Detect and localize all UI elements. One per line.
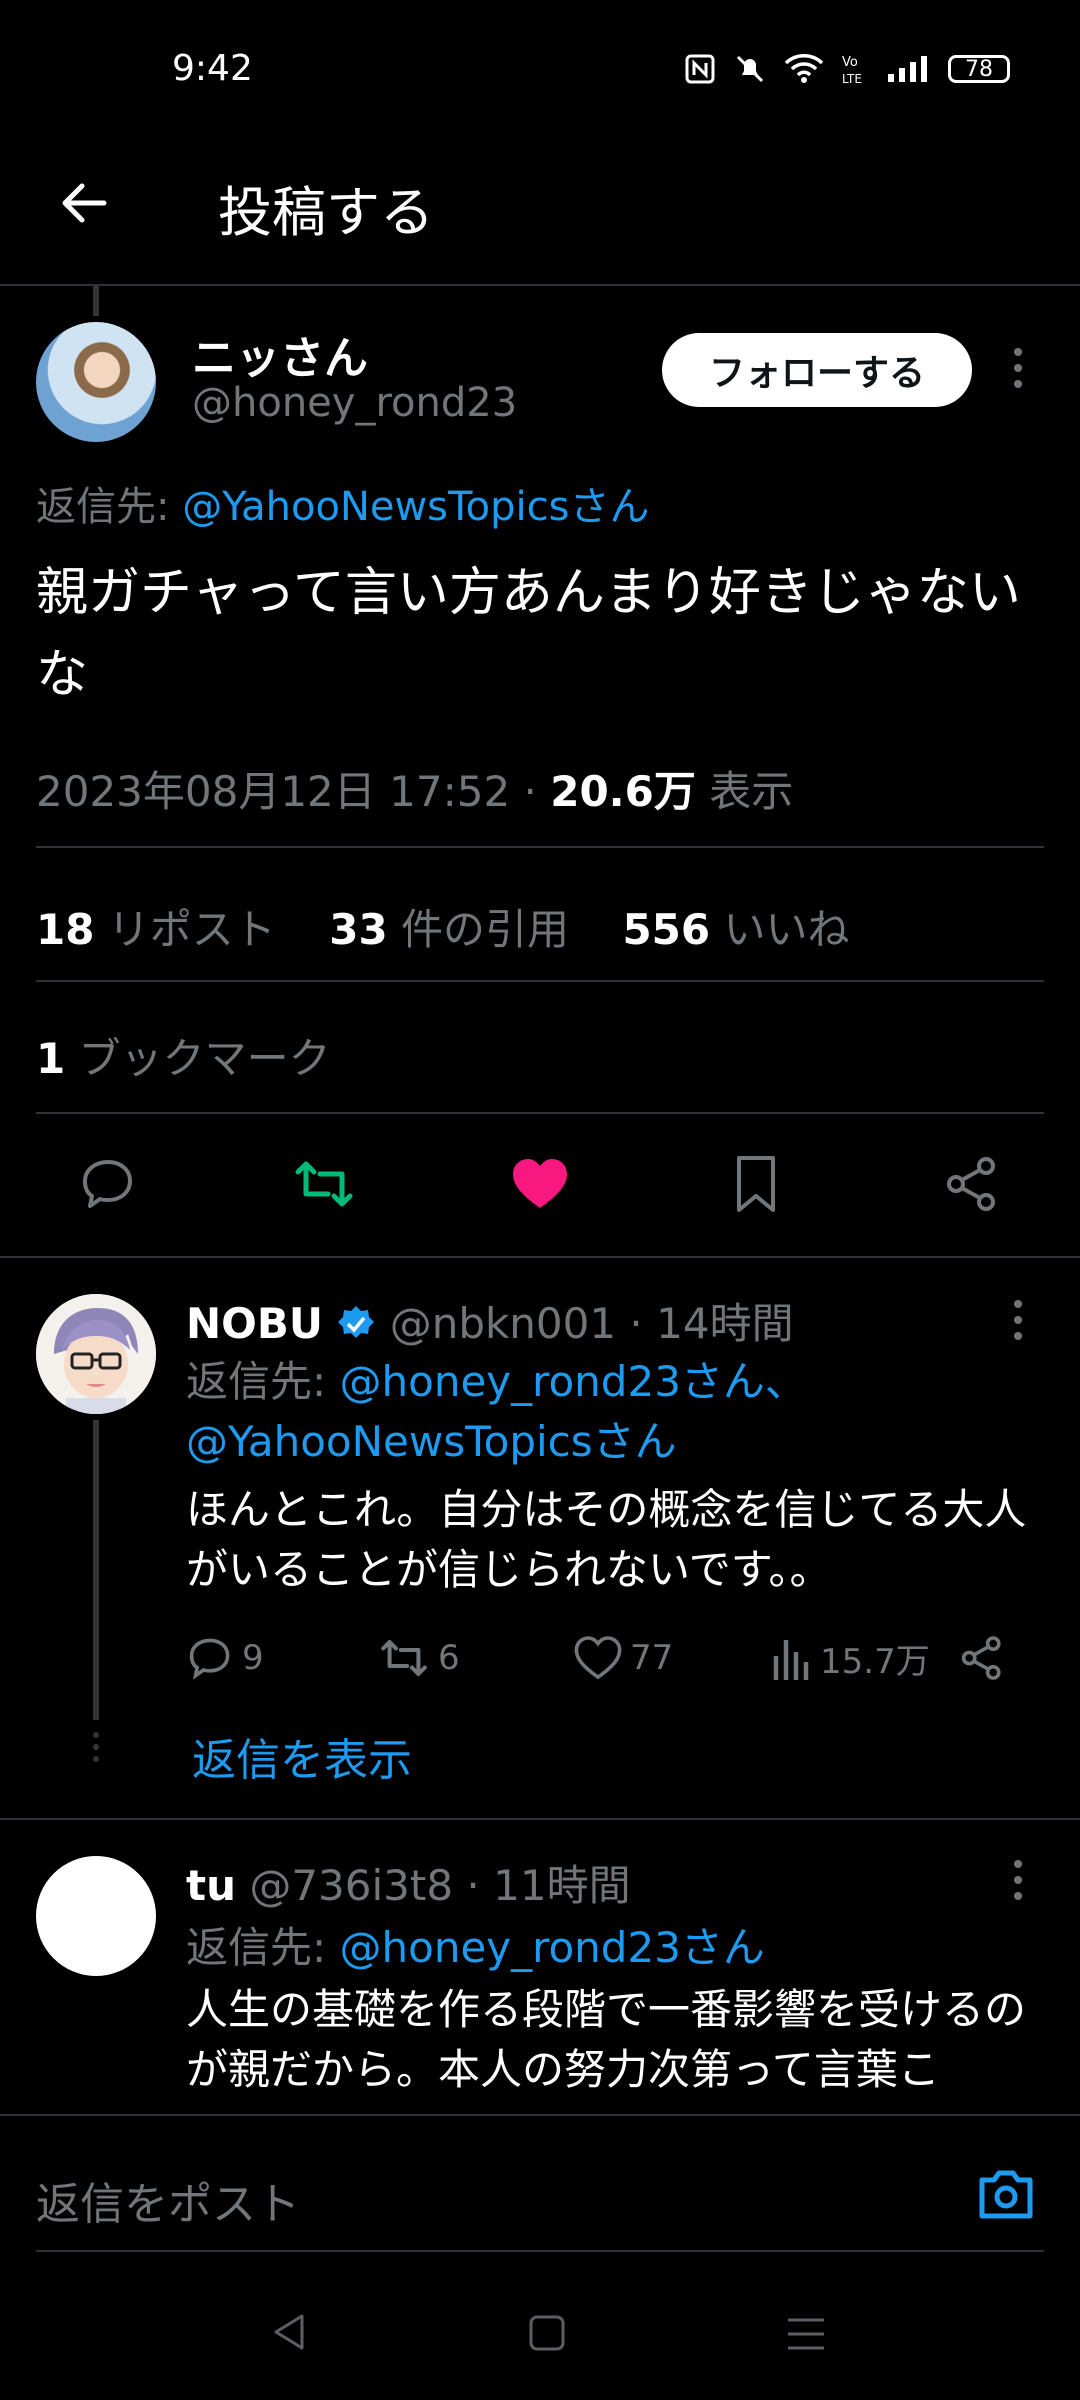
volte-icon: Vo LTE [842, 55, 862, 86]
reply-to-handle[interactable]: @YahooNewsTopicsさん [182, 484, 649, 530]
composer-underline [36, 2250, 1044, 2252]
battery-icon: 78 [948, 55, 1010, 83]
header [0, 130, 1080, 284]
repost-count: 6 [438, 1638, 460, 1678]
reply-header: NOBU @nbkn001 · 14時間 [186, 1290, 794, 1351]
repost-icon [381, 1640, 427, 1676]
engagement-stats: 18 リポスト 33 件の引用 556 いいね [36, 896, 849, 957]
show-replies-link[interactable]: 返信を表示 [192, 1724, 412, 1788]
signal-icon [888, 56, 927, 82]
reply-to: 返信先: @YahooNewsTopicsさん [36, 474, 649, 532]
composer-top-divider [0, 2114, 1080, 2116]
views-count: 20.6万 [550, 767, 696, 816]
reply-like-button[interactable]: 77 [574, 1630, 673, 1686]
reply-repost-button[interactable]: 6 [378, 1630, 460, 1686]
camera-icon[interactable] [976, 2164, 1036, 2224]
repost-icon [295, 1161, 353, 1207]
reply-body: ほんとこれ。自分はその概念を信じてる大人がいることが信じられないです。。 [186, 1485, 1027, 1594]
reply-share-button[interactable] [958, 1630, 1006, 1686]
avatar[interactable] [36, 322, 156, 442]
action-bar [0, 1148, 1080, 1220]
post-datetime: 2023年08月12日 17:52 · [36, 767, 551, 816]
post-body: 親ガチャって言い方あんまり好きじゃないな [36, 563, 1021, 705]
divider [36, 1112, 1044, 1114]
avatar[interactable] [36, 1856, 156, 1976]
more-options-icon[interactable] [1014, 1860, 1024, 1900]
reply-to: 返信先: @honey_rond23さん [186, 1914, 765, 1975]
nav-home-icon[interactable] [528, 2314, 566, 2352]
analytics-icon [773, 1640, 809, 1680]
bookmarks-stat[interactable]: 1 ブックマーク [36, 1025, 331, 1086]
avatar[interactable] [36, 1294, 156, 1414]
reply-to-prefix: 返信先: [36, 484, 183, 530]
share-icon [961, 1636, 1001, 1680]
avatar-illustration [36, 1294, 156, 1414]
reply-header: tu @736i3t8 · 11時間 [186, 1852, 631, 1913]
reply-count: 9 [242, 1638, 264, 1678]
follow-button[interactable]: フォローする [662, 333, 972, 407]
bookmark-button[interactable] [720, 1148, 792, 1220]
share-icon [947, 1157, 995, 1211]
reply-body: 人生の基礎を作る段階で一番影響を受けるのが親だから。本人の努力次第って言葉こ [186, 1985, 1027, 2094]
reply-button[interactable] [72, 1148, 144, 1220]
author-name[interactable]: ニッさん [192, 322, 368, 386]
reply-handle-time[interactable]: @736i3t8 · 11時間 [236, 1861, 630, 1910]
reply-handle-time[interactable]: @nbkn001 · 14時間 [376, 1299, 794, 1348]
like-button[interactable] [504, 1148, 576, 1220]
thread-dots [93, 1732, 101, 1762]
battery-level: 78 [965, 56, 993, 82]
repost-button[interactable] [288, 1148, 360, 1220]
svg-text:LTE: LTE [842, 72, 862, 86]
back-arrow-icon[interactable] [58, 178, 108, 228]
divider [0, 1256, 1080, 1258]
reply-author-name[interactable]: NOBU [186, 1299, 323, 1348]
reply-input[interactable]: 返信をポスト [36, 2168, 300, 2232]
reposts-stat[interactable]: 18 リポスト [36, 905, 276, 954]
more-options-icon[interactable] [1014, 1300, 1024, 1340]
bookmark-icon [737, 1156, 775, 1212]
reply-to-prefix: 返信先: [186, 1923, 340, 1972]
reply-author-name[interactable]: tu [186, 1861, 236, 1910]
mute-icon [736, 55, 764, 83]
divider [36, 846, 1044, 848]
more-options-icon[interactable] [1014, 348, 1024, 388]
views-label: 表示 [695, 767, 794, 816]
divider [36, 980, 1044, 982]
clock: 9:42 [172, 48, 253, 89]
views-count: 15.7万 [820, 1641, 930, 1682]
status-icons: Vo LTE 78 [684, 52, 1010, 86]
reply-to-prefix: 返信先: [186, 1357, 340, 1406]
nav-back-icon[interactable] [270, 2312, 310, 2352]
reply-comment-button[interactable]: 9 [186, 1630, 264, 1686]
heart-icon [574, 1636, 622, 1680]
wifi-icon [784, 54, 824, 83]
thread-line [93, 1420, 99, 1720]
reply-to: 返信先: @honey_rond23さん、@YahooNewsTopicsさん [186, 1352, 1046, 1472]
reply-icon [189, 1638, 230, 1680]
quotes-stat[interactable]: 33 件の引用 [329, 905, 569, 954]
system-nav-bar [0, 2254, 1080, 2400]
page-title: 投稿する [218, 181, 434, 244]
divider [0, 1818, 1080, 1820]
post-meta: 2023年08月12日 17:52 · 20.6万 表示 [36, 758, 793, 819]
nfc-icon [685, 54, 715, 84]
thread-line-top [93, 286, 99, 316]
like-count: 77 [630, 1638, 674, 1678]
nav-menu-icon[interactable] [786, 2316, 826, 2352]
header-divider [0, 284, 1080, 286]
reply-action-row: 9 6 77 15.7万 [186, 1630, 1016, 1686]
reply-icon [83, 1160, 132, 1208]
reply-to-handles[interactable]: @honey_rond23さん [340, 1923, 765, 1972]
share-button[interactable] [936, 1148, 1008, 1220]
verified-badge-icon [338, 1306, 375, 1338]
reply-views-button[interactable]: 15.7万 [772, 1630, 930, 1686]
status-bar: 9:42 Vo LTE 78 [0, 0, 1080, 130]
svg-text:Vo: Vo [842, 55, 858, 70]
likes-stat[interactable]: 556 いいね [622, 905, 849, 954]
heart-filled-icon [513, 1159, 567, 1208]
author-handle[interactable]: @honey_rond23 [192, 380, 517, 426]
